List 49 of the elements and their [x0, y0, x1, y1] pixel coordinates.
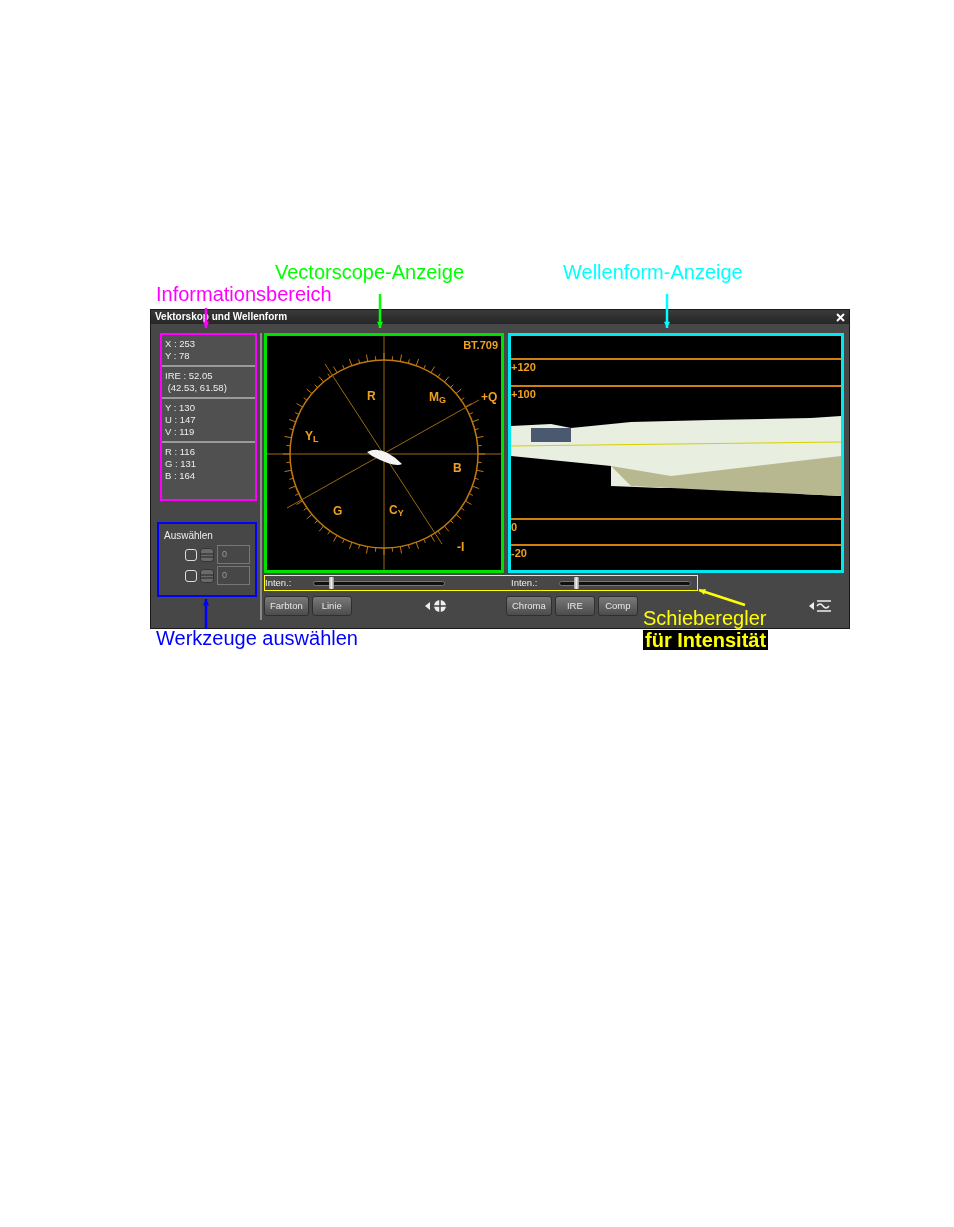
waveform-scale-label: +100 [511, 389, 537, 400]
scope-button[interactable]: Farbton [264, 596, 309, 616]
scope-button[interactable]: Linie [311, 596, 352, 616]
vector-target-label: B [453, 462, 462, 474]
info-value: (42.53, 61.58) [166, 382, 228, 394]
vectorscope-toggle-icon[interactable] [424, 599, 448, 613]
waveform-scale-label: 0 [511, 522, 519, 533]
info-value: B : 164 [165, 470, 197, 482]
info-value: Y : 130 [165, 402, 196, 414]
info-value: G : 131 [165, 458, 198, 470]
info-value: V : 119 [165, 426, 196, 438]
slider-label: Inten.: [511, 575, 539, 590]
callout-label: Schieberegler [643, 608, 767, 628]
callout-label: Informationsbereich [156, 284, 332, 304]
callout-label: für Intensität [643, 630, 769, 650]
vector-target-label: -I [457, 541, 465, 553]
tool-value-field[interactable]: 0 [217, 545, 250, 564]
tools-title: Auswählen [164, 529, 214, 543]
color-standard-label: BT.709 [463, 338, 498, 353]
scope-button[interactable]: IRE [554, 596, 595, 616]
close-icon[interactable] [836, 312, 845, 322]
vector-target-label: Y$_{L}$ [305, 430, 319, 442]
waveform-scale-label: +120 [511, 362, 537, 373]
info-value: R : 116 [165, 446, 196, 458]
info-value: U : 147 [165, 414, 197, 426]
scope-button[interactable]: Chroma [506, 596, 552, 616]
slider-thumb[interactable] [574, 577, 580, 589]
tool-value-field[interactable]: 0 [217, 566, 250, 585]
callout-arrow [202, 599, 210, 629]
callout-label: Vectorscope-Anzeige [275, 262, 464, 282]
tool-checkbox[interactable] [185, 569, 197, 582]
info-value: IRE : 52.05 [165, 370, 214, 382]
callout-arrow [663, 294, 671, 328]
slider-thumb[interactable] [329, 577, 335, 589]
scope-button[interactable]: Comp [597, 596, 638, 616]
info-value: X : 253 [165, 338, 197, 350]
tool-checkbox[interactable] [185, 548, 197, 561]
info-value: Y : 78 [165, 350, 191, 362]
vector-target-label: C$_{Y}$ [389, 504, 404, 516]
callout-arrow [376, 294, 384, 328]
vector-target-label: G [333, 505, 343, 517]
slider-label: Inten.: [265, 575, 293, 590]
vector-target-label: R [367, 390, 376, 402]
vector-target-label: +Q [481, 391, 498, 403]
waveform-scale-label: -20 [511, 548, 528, 559]
callout-label: Werkzeuge auswählen [156, 628, 358, 648]
waveform-toggle-icon[interactable] [807, 599, 832, 613]
vector-target-label: M$_{G}$ [429, 391, 446, 403]
callout-label: Wellenform-Anzeige [563, 262, 743, 282]
